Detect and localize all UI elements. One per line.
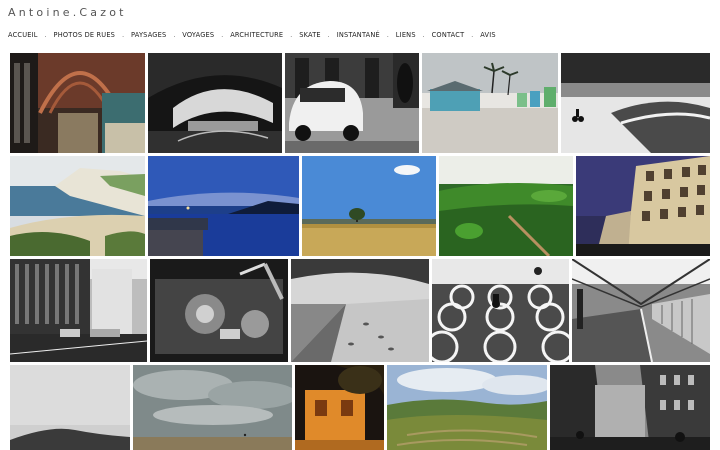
photo-turntable-closeup-bw[interactable] [150, 259, 288, 362]
photo-bridge-underside-bw[interactable] [148, 53, 282, 153]
main-nav: ACCUEIL . PHOTOS DE RUES . PAYSAGES . VO… [8, 30, 496, 40]
photo-haussmann-building-night[interactable] [576, 156, 710, 256]
nav-separator: . [290, 31, 293, 39]
photo-paris-street-bw[interactable] [550, 365, 710, 450]
photo-sand-footprints-bw[interactable] [291, 259, 429, 362]
nav-instantane[interactable]: INSTANTANÉ [337, 31, 380, 39]
nav-separator: . [386, 31, 389, 39]
photo-fiat-500-street-bw[interactable] [285, 53, 419, 153]
site-title[interactable]: Antoine.Cazot [8, 6, 127, 19]
nav-paysages[interactable]: PAYSAGES [131, 31, 166, 39]
nav-accueil[interactable]: ACCUEIL [8, 31, 38, 39]
nav-architecture[interactable]: ARCHITECTURE [230, 31, 283, 39]
photo-harbor-dusk-blue[interactable] [148, 156, 299, 256]
photo-lone-tree-wheat-field[interactable] [302, 156, 436, 256]
photo-gare-arches-interior[interactable] [10, 53, 145, 153]
photo-orange-facade-tree[interactable] [295, 365, 384, 450]
photo-cyclist-beach-bw[interactable] [561, 53, 710, 153]
photo-street-buildings-bw[interactable] [10, 259, 147, 362]
photo-cyclist-circles-bw[interactable] [432, 259, 569, 362]
photo-train-station-platform-bw[interactable] [572, 259, 710, 362]
nav-separator: . [173, 31, 176, 39]
nav-voyages[interactable]: VOYAGES [182, 31, 214, 39]
nav-separator: . [471, 31, 474, 39]
nav-contact[interactable]: CONTACT [432, 31, 465, 39]
nav-photos-de-rues[interactable]: PHOTOS DE RUES [54, 31, 116, 39]
photo-green-valley-path[interactable] [439, 156, 573, 256]
nav-separator: . [122, 31, 124, 39]
photo-grey-clouds-beach[interactable] [133, 365, 292, 450]
nav-skate[interactable]: SKATE [299, 31, 321, 39]
photo-hill-grey-sky-bw[interactable] [10, 365, 130, 450]
nav-separator: . [327, 31, 330, 39]
nav-separator: . [44, 31, 47, 39]
photo-vineyard-hills[interactable] [387, 365, 547, 450]
nav-separator: . [221, 31, 224, 39]
nav-separator: . [422, 31, 425, 39]
nav-liens[interactable]: LIENS [396, 31, 416, 39]
photo-beach-huts-palms[interactable] [422, 53, 558, 153]
nav-avis[interactable]: AVIS [480, 31, 496, 39]
photo-cliff-coast-beach[interactable] [10, 156, 145, 256]
